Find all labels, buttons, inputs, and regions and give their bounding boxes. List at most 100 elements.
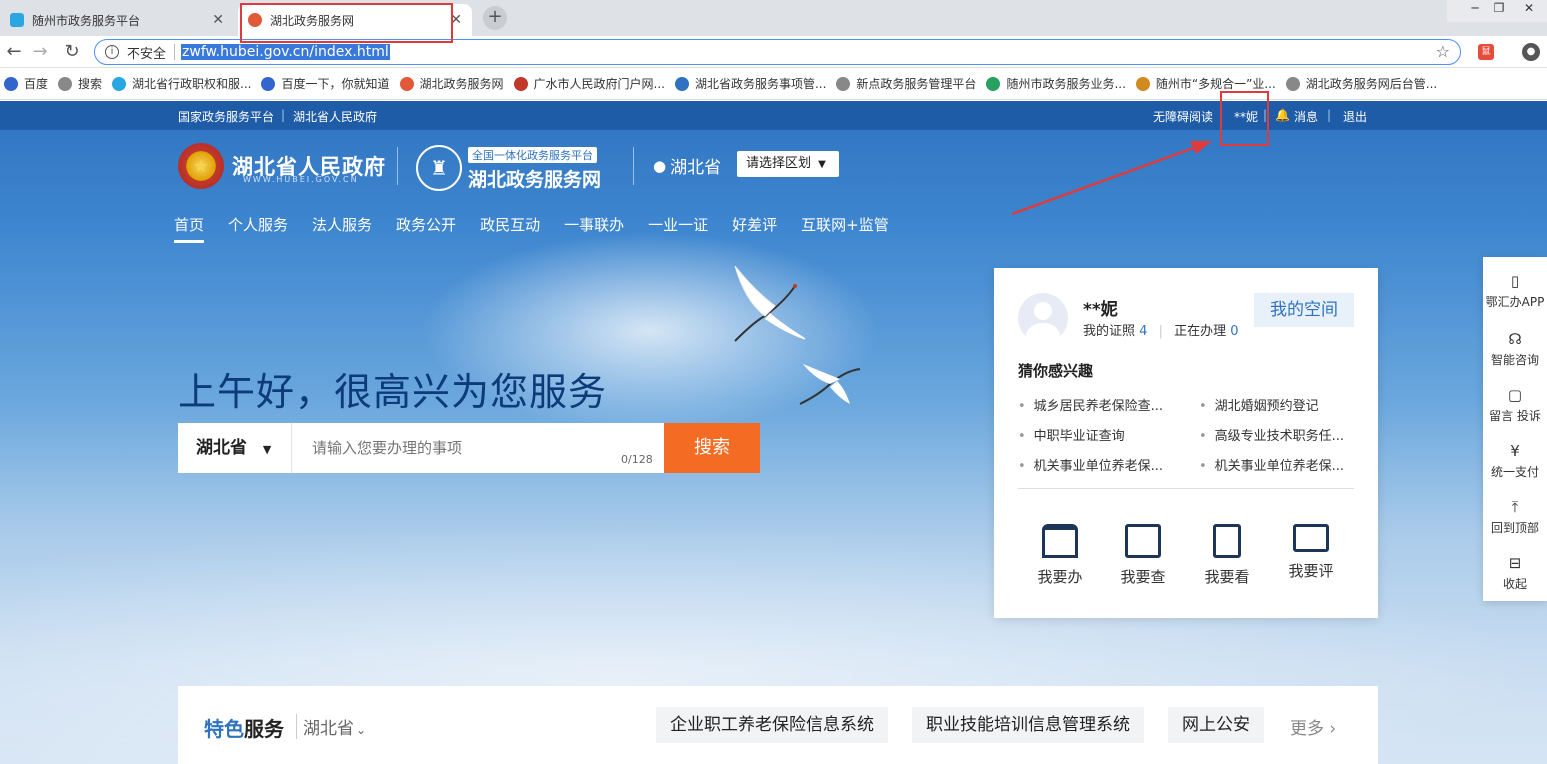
featured-title-b: 服务	[244, 717, 284, 741]
nav-item[interactable]: 法人服务	[312, 214, 372, 243]
action-query[interactable]: 我要查	[1115, 524, 1171, 587]
action-handle[interactable]: 我要办	[1032, 524, 1088, 587]
platform-logo[interactable]: ♜ 全国一体化政务服务平台 湖北政务服务网	[416, 145, 601, 191]
nav-item[interactable]: 一事联办	[564, 214, 624, 243]
bookmark-item[interactable]: 湖北省政务服务事项管...	[674, 75, 826, 92]
nav-item[interactable]: 个人服务	[228, 214, 288, 243]
bell-icon[interactable]: 🔔	[1275, 108, 1290, 122]
forward-arrow-icon[interactable]: →	[28, 40, 52, 64]
toolbar-label: 收起	[1502, 577, 1527, 591]
nav-item[interactable]: 一业一证	[648, 214, 708, 243]
minimize-icon[interactable]: ─	[1463, 0, 1487, 18]
url-text[interactable]: zwfw.hubei.gov.cn/index.html	[181, 44, 390, 60]
search-input[interactable]	[292, 423, 664, 473]
restore-icon[interactable]: ❐	[1487, 0, 1511, 18]
bookmark-item[interactable]: 新点政务服务管理平台	[836, 75, 976, 92]
extension-icon[interactable]: 鼠	[1478, 44, 1494, 60]
hubei-gov-link[interactable]: 湖北省人民政府	[293, 108, 377, 125]
bookmark-label: 百度一下，你就知道	[281, 77, 390, 91]
nav-item[interactable]: 首页	[174, 214, 205, 243]
toolbar-label: 鄂汇办APP	[1485, 295, 1545, 309]
bookmark-item[interactable]: 湖北政务服务网	[399, 75, 504, 92]
user-name: **妮	[1083, 300, 1118, 320]
page-icon	[58, 76, 73, 91]
more-link[interactable]: 更多 ›	[1290, 714, 1336, 739]
nav-item[interactable]: 好差评	[732, 214, 777, 243]
info-icon[interactable]: i	[105, 45, 119, 59]
certs-count[interactable]: 4	[1139, 324, 1147, 339]
current-region: ● 湖北省	[653, 153, 721, 179]
interest-link[interactable]: 机关事业单位养老保...	[1018, 455, 1163, 474]
minus-box-icon: ⊟	[1508, 554, 1522, 572]
bookmark-item[interactable]: 广水市人民政府门户网...	[513, 75, 665, 92]
gov-logo[interactable]: ★ 湖北省人民政府 WWW.HUBEI.GOV.CN	[178, 143, 386, 189]
yen-icon: ¥	[1510, 442, 1520, 460]
action-view[interactable]: 我要看	[1199, 524, 1255, 587]
tab-suizhou[interactable]: 随州市政务服务平台 ✕	[0, 4, 234, 36]
accessibility-link[interactable]: 无障碍阅读	[1153, 108, 1213, 125]
bookmarks-bar: 百度 搜索 湖北省行政职权和服... 百度一下，你就知道 湖北政务服务网 广水市人民政府门…	[0, 68, 1547, 100]
nav-item[interactable]: 政民互动	[480, 214, 540, 243]
featured-region-dropdown[interactable]: 湖北省 ⌄	[296, 714, 366, 739]
back-to-top-button[interactable]: ⤒ 回到顶部	[1483, 497, 1547, 536]
search-region-dropdown[interactable]: 湖北省 ▼	[178, 423, 292, 473]
app-download-button[interactable]: ▯ 鄂汇办APP	[1483, 271, 1547, 310]
nav-item[interactable]: 政务公开	[396, 214, 456, 243]
message-icon: ▢	[1507, 386, 1523, 404]
toolbar-label: 回到顶部	[1490, 521, 1539, 535]
bookmark-star-icon[interactable]: ☆	[1436, 42, 1450, 61]
interest-link[interactable]: 湖北婚姻预约登记	[1199, 395, 1319, 414]
nav-item[interactable]: 互联网+监管	[801, 214, 889, 243]
collapse-button[interactable]: ⊟ 收起	[1483, 553, 1547, 592]
interest-link[interactable]: 高级专业技术职务任...	[1199, 425, 1344, 444]
close-icon[interactable]: ✕	[212, 12, 224, 28]
bookmark-item[interactable]: 湖北政务服务网后台管...	[1285, 75, 1437, 92]
messages-link[interactable]: 消息	[1294, 108, 1318, 125]
processing-count[interactable]: 0	[1230, 324, 1238, 339]
new-tab-button[interactable]: +	[483, 6, 507, 30]
bookmark-item[interactable]: 百度一下，你就知道	[261, 75, 390, 92]
interest-title: 猜你感兴趣	[1018, 362, 1094, 380]
header-divider	[633, 147, 634, 185]
account-icon[interactable]: ●	[1522, 43, 1540, 61]
feature-link-pension[interactable]: 企业职工养老保险信息系统	[656, 707, 888, 743]
interest-link[interactable]: 城乡居民养老保险查...	[1018, 395, 1163, 414]
region-select-dropdown[interactable]: 请选择区划 ▼	[737, 151, 839, 177]
certs-label[interactable]: 我的证照	[1083, 324, 1135, 339]
feature-link-training[interactable]: 职业技能培训信息管理系统	[912, 707, 1144, 743]
caret-down-icon: ▼	[818, 159, 826, 170]
my-space-button[interactable]: 我的空间	[1254, 293, 1354, 327]
bookmark-item[interactable]: 搜索	[58, 75, 102, 92]
complaint-button[interactable]: ▢ 留言 投诉	[1483, 385, 1547, 424]
search-bar: 湖北省 ▼ 0/128 搜索	[178, 423, 760, 473]
feature-link-police[interactable]: 网上公安	[1168, 707, 1264, 743]
document-eye-icon	[1213, 524, 1241, 558]
divider: |	[281, 108, 286, 122]
action-rate[interactable]: 我要评	[1283, 524, 1339, 581]
reload-icon[interactable]: ↻	[60, 40, 84, 64]
bookmark-item[interactable]: 百度	[4, 75, 48, 92]
back-arrow-icon[interactable]: ←	[2, 40, 26, 64]
search-button[interactable]: 搜索	[664, 423, 760, 473]
region-select-label: 请选择区划	[746, 156, 812, 171]
bookmark-item[interactable]: 随州市“多规合一”业...	[1135, 75, 1276, 92]
cloud-icon	[112, 76, 127, 91]
action-label: 我要查	[1120, 568, 1166, 586]
main-nav: 首页 个人服务 法人服务 政务公开 政民互动 一事联办 一业一证 好差评 互联网+监管	[174, 214, 913, 243]
bookmark-item[interactable]: 随州市政务服务业务...	[986, 75, 1126, 92]
close-window-icon[interactable]: ✕	[1511, 0, 1547, 18]
national-platform-link[interactable]: 国家政务服务平台	[178, 108, 274, 125]
logout-link[interactable]: 退出	[1343, 108, 1367, 125]
tab-title: 随州市政务服务平台	[32, 13, 141, 28]
figure-icon	[1135, 76, 1150, 91]
avatar[interactable]	[1018, 293, 1068, 343]
chevron-down-icon: ⌄	[356, 723, 367, 737]
bookmark-item[interactable]: 湖北省行政职权和服...	[112, 75, 251, 92]
document-search-icon	[1125, 524, 1161, 558]
smart-consult-button[interactable]: ☊ 智能咨询	[1483, 329, 1547, 368]
processing-label[interactable]: 正在办理	[1174, 324, 1226, 339]
floating-toolbar: ▯ 鄂汇办APP ☊ 智能咨询 ▢ 留言 投诉 ¥ 统一支付 ⤒ 回到顶部 ⊟ 收起	[1483, 257, 1547, 601]
interest-link[interactable]: 机关事业单位养老保...	[1199, 455, 1344, 474]
payment-button[interactable]: ¥ 统一支付	[1483, 441, 1547, 480]
interest-link[interactable]: 中职毕业证查询	[1018, 425, 1125, 444]
